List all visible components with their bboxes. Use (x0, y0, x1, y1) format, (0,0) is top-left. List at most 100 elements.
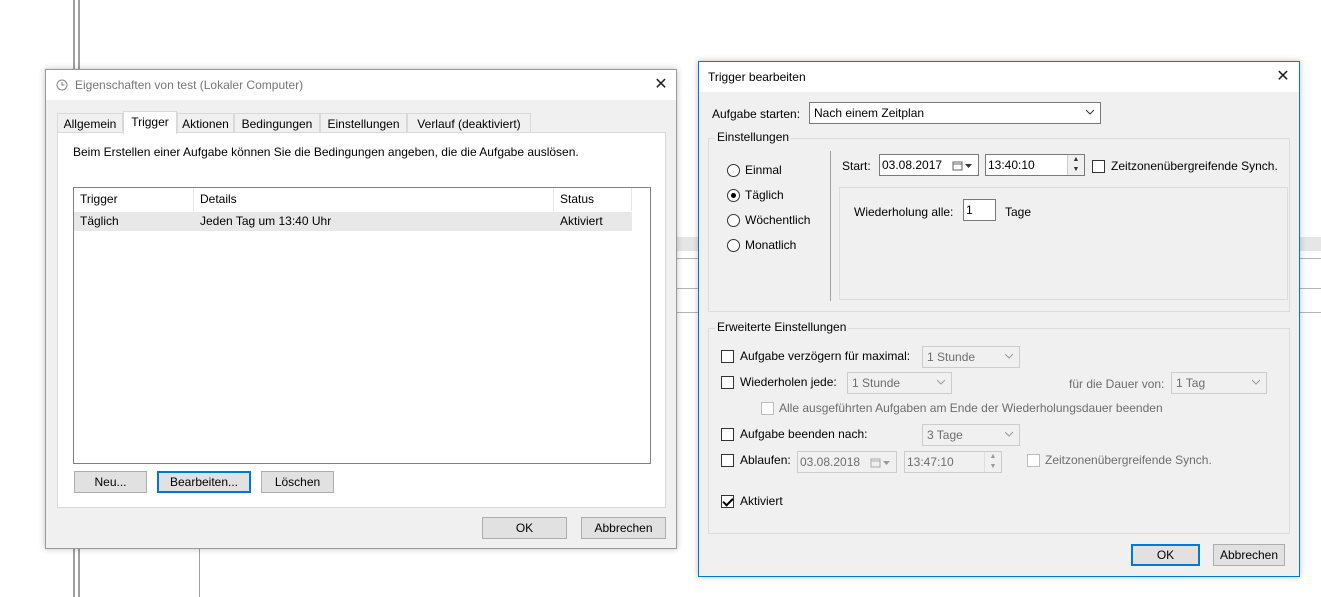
expire-time-value: 13:47:10 (907, 455, 954, 469)
column-header-details[interactable]: Details (194, 188, 554, 211)
background-divider (73, 548, 75, 597)
column-header-trigger[interactable]: Trigger (74, 188, 194, 211)
duration-select[interactable]: 1 Tag (1171, 372, 1267, 394)
repeat-every-select[interactable]: 1 Stunde (847, 372, 952, 394)
edit-button[interactable]: Bearbeiten... (157, 471, 251, 493)
background-rule (1299, 258, 1321, 259)
repeat-label: Wiederholung alle: (854, 205, 954, 219)
duration-value: 1 Tag (1176, 376, 1206, 390)
tab-bedingungen[interactable]: Bedingungen (234, 113, 320, 133)
tab-trigger[interactable]: Trigger (123, 111, 177, 134)
background-divider (73, 0, 75, 70)
expire-date-picker[interactable]: 03.08.2018 (797, 451, 897, 473)
expire-sync-checkbox[interactable] (1027, 454, 1040, 467)
delete-button[interactable]: Löschen (261, 471, 334, 493)
trigger-list-header: Trigger Details Status (74, 188, 650, 211)
ok-button[interactable]: OK (482, 517, 567, 539)
radio-monthly-label: Monatlich (745, 238, 797, 252)
stop-all-checkbox[interactable] (761, 402, 774, 415)
properties-title: Eigenschaften von test (Lokaler Computer… (75, 78, 304, 92)
trigger-tab-panel: Beim Erstellen einer Aufgabe können Sie … (57, 132, 666, 508)
radio-daily-label: Täglich (745, 188, 784, 202)
sync-timezones-checkbox[interactable] (1092, 160, 1105, 173)
tab-verlauf[interactable]: Verlauf (deaktiviert) (407, 113, 531, 133)
trigger-edit-title: Trigger bearbeiten (708, 70, 806, 84)
tab-aktionen[interactable]: Aktionen (177, 113, 234, 133)
repeat-every-checkbox[interactable] (721, 376, 734, 389)
start-label: Start: (842, 159, 871, 173)
background-rule (676, 288, 698, 289)
delay-label: Aufgabe verzögern für maximal: (740, 349, 911, 363)
delay-value: 1 Stunde (927, 350, 976, 364)
background-divider (199, 548, 200, 597)
delay-checkbox[interactable] (721, 350, 734, 363)
calendar-icon[interactable] (870, 457, 892, 468)
repeat-days-input[interactable]: 1 (963, 199, 996, 221)
repeat-every-value: 1 Stunde (852, 376, 901, 390)
chevron-down-icon (1005, 431, 1013, 437)
table-row[interactable]: Täglich Jeden Tag um 13:40 Uhr Aktiviert (74, 212, 632, 231)
radio-once[interactable] (727, 164, 740, 177)
calendar-icon[interactable] (952, 160, 974, 171)
stop-after-label: Aufgabe beenden nach: (740, 427, 868, 441)
background-band (1299, 237, 1321, 251)
start-task-label: Aufgabe starten: (712, 107, 801, 121)
background-divider (78, 0, 80, 70)
stop-after-select[interactable]: 3 Tage (922, 424, 1020, 446)
clock-icon (56, 79, 68, 91)
chevron-down-icon (937, 379, 945, 385)
chevron-down-icon (1252, 379, 1260, 385)
expire-time-field[interactable]: 13:47:10 ▲ ▼ (904, 451, 1002, 473)
background-divider (78, 548, 80, 597)
close-icon[interactable]: ✕ (1271, 65, 1295, 89)
background-rule (676, 258, 698, 259)
trigger-description: Beim Erstellen einer Aufgabe können Sie … (73, 145, 579, 159)
row-details: Jeden Tag um 13:40 Uhr (200, 214, 332, 228)
tab-allgemein[interactable]: Allgemein (57, 113, 123, 133)
column-header-status[interactable]: Status (554, 188, 632, 211)
sync-timezones-label: Zeitzonenübergreifende Synch. (1111, 159, 1278, 173)
close-icon[interactable]: ✕ (649, 73, 673, 97)
recurrence-panel (839, 187, 1288, 300)
start-time-value: 13:40:10 (988, 158, 1035, 172)
expire-label: Ablaufen: (740, 453, 791, 467)
radio-weekly[interactable] (727, 214, 740, 227)
row-trigger: Täglich (80, 214, 119, 228)
trigger-edit-titlebar: Trigger bearbeiten ✕ (699, 62, 1299, 92)
stop-all-label: Alle ausgeführten Aufgaben am Ende der W… (779, 401, 1163, 415)
repeat-unit: Tage (1005, 205, 1032, 219)
ok-button[interactable]: OK (1131, 544, 1200, 566)
row-status: Aktiviert (560, 214, 603, 228)
settings-divider (830, 151, 831, 301)
radio-once-label: Einmal (745, 163, 782, 177)
time-spinner[interactable]: ▲ ▼ (984, 452, 1001, 472)
tab-einstellungen[interactable]: Einstellungen (320, 113, 407, 133)
radio-weekly-label: Wöchentlich (745, 213, 811, 227)
time-spinner[interactable]: ▲ ▼ (1067, 155, 1084, 175)
chevron-down-icon (1086, 109, 1094, 115)
expire-checkbox[interactable] (721, 454, 734, 467)
radio-daily[interactable] (727, 189, 740, 202)
settings-group-label: Einstellungen (715, 130, 792, 144)
stop-after-checkbox[interactable] (721, 428, 734, 441)
advanced-settings-label: Erweiterte Einstellungen (715, 320, 849, 334)
enabled-checkbox[interactable] (721, 495, 734, 508)
repeat-every-label: Wiederholen jede: (740, 375, 837, 389)
start-date-value: 03.08.2017 (882, 158, 943, 172)
expire-sync-label: Zeitzonenübergreifende Synch. (1045, 453, 1212, 467)
repeat-days-value: 1 (966, 203, 973, 217)
radio-monthly[interactable] (727, 239, 740, 252)
start-task-value: Nach einem Zeitplan (814, 106, 925, 120)
expire-date-value: 03.08.2018 (800, 455, 861, 469)
start-task-select[interactable]: Nach einem Zeitplan (809, 102, 1101, 124)
delay-select[interactable]: 1 Stunde (922, 346, 1020, 368)
cancel-button[interactable]: Abbrechen (1213, 544, 1285, 566)
start-time-field[interactable]: 13:40:10 ▲ ▼ (985, 154, 1085, 176)
trigger-list: Trigger Details Status Täglich Jeden Tag… (73, 187, 651, 464)
background-rule (1299, 288, 1321, 289)
start-date-picker[interactable]: 03.08.2017 (879, 154, 979, 176)
tab-bar: Allgemein Trigger Aktionen Bedingungen E… (57, 111, 567, 134)
enabled-label: Aktiviert (740, 494, 783, 508)
new-button[interactable]: Neu... (74, 471, 147, 493)
cancel-button[interactable]: Abbrechen (581, 517, 666, 539)
